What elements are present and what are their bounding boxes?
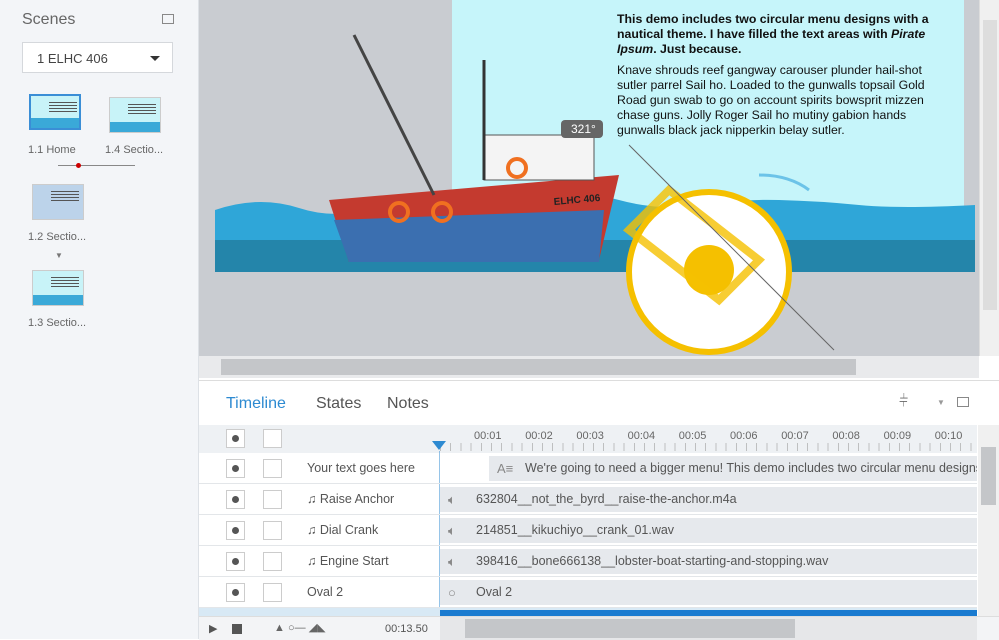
- time-tick: 00:06: [730, 430, 758, 442]
- row-name: ♫ Dial Crank: [307, 523, 379, 537]
- track-label: 632804__not_the_byrd__raise-the-anchor.m…: [476, 492, 737, 506]
- stop-button[interactable]: [232, 624, 242, 634]
- intro-end: . Just because.: [653, 42, 742, 56]
- tab-notes[interactable]: Notes: [387, 395, 429, 413]
- branch-marker: [76, 163, 81, 168]
- time-tick: 00:03: [576, 430, 604, 442]
- track-label: 214851__kikuchiyo__crank_01.wav: [476, 523, 675, 537]
- slide-thumb-1-2[interactable]: [32, 184, 84, 220]
- eye-icon[interactable]: [226, 521, 245, 540]
- lock-checkbox[interactable]: [263, 521, 282, 540]
- track-label: 398416__bone666138__lobster-boat-startin…: [476, 554, 829, 568]
- track-bar[interactable]: 🔈︎ 214851__kikuchiyo__crank_01.wav: [440, 518, 977, 543]
- arrow-down-icon: ▼: [55, 251, 63, 260]
- slide-label: 1.3 Sectio...: [28, 317, 87, 329]
- slide-thumb-1-1[interactable]: [29, 94, 81, 130]
- stage-horizontal-scrollbar[interactable]: [199, 356, 979, 378]
- track-bar[interactable]: A≡ We're going to need a bigger menu! Thi…: [489, 456, 977, 481]
- play-button[interactable]: ▶: [209, 622, 217, 635]
- timeline-footer: ▶ ▲ ○— ◢◣ 00:13.50: [199, 616, 999, 640]
- time-tick: 00:04: [627, 430, 656, 442]
- scenes-panel: Scenes 1 ELHC 406 1.1 Home 1.4 Sectio...…: [0, 0, 199, 639]
- track-bar[interactable]: 🔈︎ 632804__not_the_byrd__raise-the-anchor…: [440, 487, 977, 512]
- timeline-row[interactable]: Oval 2 ○ Oval 2: [199, 577, 977, 608]
- time-tick: 00:01: [474, 430, 502, 442]
- timeline-row[interactable]: ♫ Dial Crank 🔈︎ 214851__kikuchiyo__crank_0…: [199, 515, 977, 546]
- time-tick: 00:10: [934, 430, 963, 442]
- slide-label: 1.2 Sectio...: [28, 231, 87, 243]
- time-tick: 00:08: [832, 430, 860, 442]
- row-name: Oval 2: [307, 585, 344, 599]
- eye-icon[interactable]: [226, 552, 245, 571]
- tab-timeline[interactable]: Timeline: [226, 395, 286, 413]
- timeline-horizontal-scrollbar[interactable]: [440, 617, 977, 640]
- slide-text[interactable]: This demo includes two circular menu des…: [617, 12, 952, 138]
- track-bar[interactable]: 🔈︎ 398416__bone666138__lobster-boat-start…: [440, 549, 977, 574]
- time-ruler: [440, 443, 977, 451]
- row-name: ♫ Engine Start: [307, 554, 389, 568]
- scene-dropdown[interactable]: 1 ELHC 406: [22, 42, 173, 73]
- timeline-panel: Timeline States Notes ⫩ ▼ 00:01 00:02 00:0…: [199, 380, 999, 640]
- lock-checkbox[interactable]: [263, 459, 282, 478]
- row-name: Your text goes here: [307, 461, 415, 475]
- time-tick: 00:02: [525, 430, 553, 442]
- timeline-row[interactable]: Your text goes here A≡ We're going to need…: [199, 453, 977, 484]
- timeline-row[interactable]: ♫ Engine Start 🔈︎ 398416__bone666138__lobs…: [199, 546, 977, 577]
- lock-checkbox[interactable]: [263, 583, 282, 602]
- track-label: Oval 2: [476, 585, 513, 599]
- tab-states[interactable]: States: [316, 395, 361, 413]
- eye-icon[interactable]: [226, 459, 245, 478]
- boat-cabin: [483, 134, 595, 181]
- zoom-slider[interactable]: ▲ ○— ◢◣: [274, 621, 326, 634]
- row-name: ♫ Raise Anchor: [307, 492, 395, 506]
- time-tick: 00:07: [781, 430, 809, 442]
- lock-checkbox[interactable]: [263, 552, 282, 571]
- eye-icon[interactable]: [226, 490, 245, 509]
- timeline-row[interactable]: ♫ Raise Anchor 🔈︎ 632804__not_the_byrd__ra…: [199, 484, 977, 515]
- chevron-down-icon: [150, 56, 160, 66]
- intro-text: This demo includes two circular menu des…: [617, 12, 929, 41]
- timeline-vertical-scrollbar[interactable]: [978, 425, 999, 616]
- slide-thumb-1-3[interactable]: [32, 270, 84, 306]
- scene-dropdown-value: 1 ELHC 406: [37, 51, 108, 66]
- lock-checkbox[interactable]: [263, 490, 282, 509]
- body-text: Knave shrouds reef gangway carouser plun…: [617, 63, 925, 137]
- scenes-title: Scenes: [22, 11, 76, 28]
- restore-icon[interactable]: [957, 397, 969, 407]
- audio-icon: 🔈︎: [448, 554, 456, 569]
- track-bar[interactable]: ○ Oval 2: [440, 580, 977, 605]
- restore-icon[interactable]: [162, 14, 174, 24]
- oval-icon: ○: [448, 585, 456, 600]
- align-icon[interactable]: ⫩: [899, 393, 908, 411]
- slide-label: 1.4 Sectio...: [105, 144, 164, 156]
- track-label: We're going to need a bigger menu! This …: [525, 461, 977, 475]
- eye-icon[interactable]: [226, 429, 245, 448]
- audio-icon: 🔈︎: [448, 492, 456, 507]
- lock-icon[interactable]: [263, 429, 282, 448]
- slide-thumb-1-4[interactable]: [109, 97, 161, 133]
- boat-crane: [352, 34, 436, 196]
- eye-icon[interactable]: [226, 583, 245, 602]
- stage-vertical-scrollbar[interactable]: [979, 0, 999, 356]
- time-tick: 00:09: [883, 430, 912, 442]
- audio-icon: 🔈︎: [448, 523, 456, 538]
- timeline-duration: 00:13.50: [385, 623, 428, 635]
- time-tick: 00:05: [678, 430, 707, 442]
- branch-connector: [58, 165, 135, 166]
- text-icon: A≡: [497, 461, 514, 476]
- chevron-down-icon[interactable]: ▼: [937, 398, 945, 407]
- stage-canvas[interactable]: ELHC 406 321° This demo includes two cir…: [199, 0, 979, 356]
- svg-text:321°: 321°: [571, 122, 596, 136]
- slide-label: 1.1 Home: [28, 144, 76, 156]
